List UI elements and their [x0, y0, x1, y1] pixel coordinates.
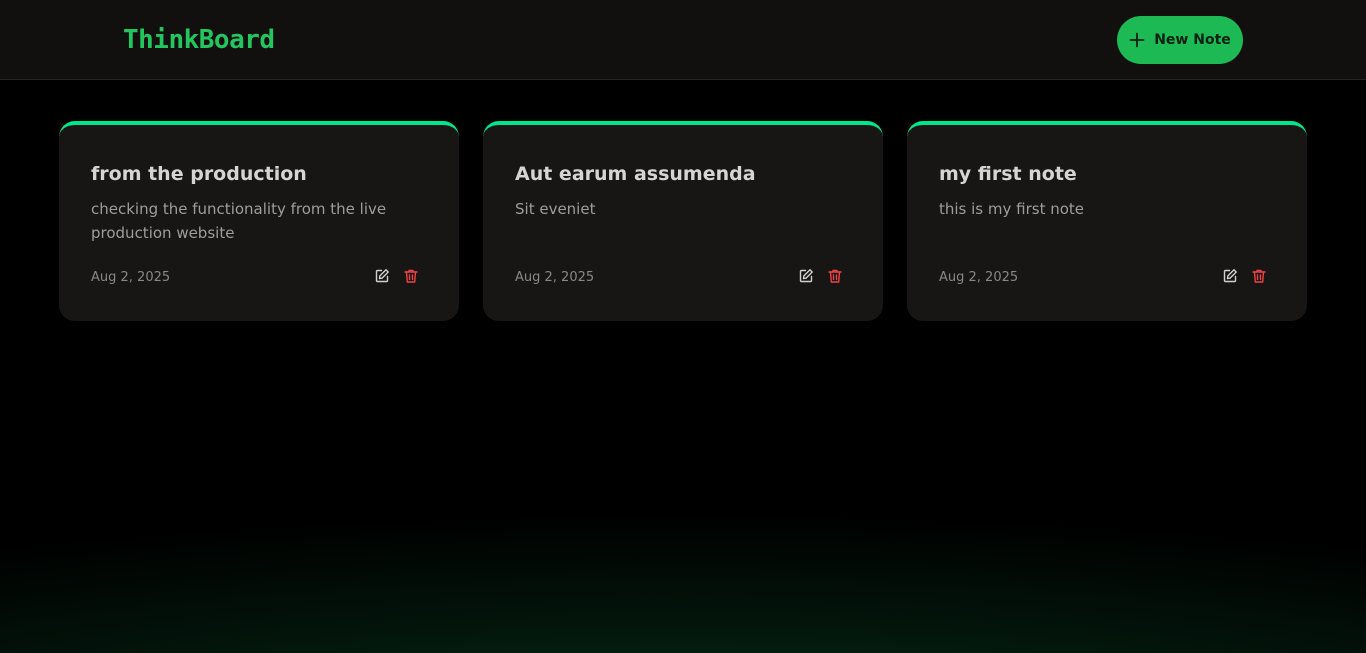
notes-grid: from the production checking the functio…: [59, 121, 1307, 321]
note-card[interactable]: my first note this is my first note Aug …: [907, 121, 1307, 321]
trash-icon[interactable]: [1251, 268, 1267, 284]
new-note-label: New Note: [1154, 32, 1231, 48]
brand-logo[interactable]: ThinkBoard: [123, 22, 275, 58]
trash-icon[interactable]: [827, 268, 843, 284]
note-title: Aut earum assumenda: [515, 163, 756, 185]
edit-icon[interactable]: [374, 268, 390, 284]
note-date: Aug 2, 2025: [515, 270, 595, 285]
edit-icon[interactable]: [1222, 268, 1238, 284]
new-note-button[interactable]: New Note: [1117, 16, 1243, 64]
note-actions: [798, 268, 843, 284]
note-date: Aug 2, 2025: [91, 270, 171, 285]
note-title: from the production: [91, 163, 307, 185]
note-card[interactable]: Aut earum assumenda Sit eveniet Aug 2, 2…: [483, 121, 883, 321]
note-date: Aug 2, 2025: [939, 270, 1019, 285]
note-content: checking the functionality from the live…: [91, 200, 387, 242]
note-card[interactable]: from the production checking the functio…: [59, 121, 459, 321]
page: ThinkBoard New Note from the production …: [0, 0, 1366, 653]
trash-icon[interactable]: [403, 268, 419, 284]
plus-icon: [1129, 32, 1145, 48]
note-actions: [1222, 268, 1267, 284]
navbar: ThinkBoard New Note: [0, 0, 1366, 80]
note-title: my first note: [939, 163, 1077, 185]
edit-icon[interactable]: [798, 268, 814, 284]
note-actions: [374, 268, 419, 284]
note-content: this is my first note: [939, 200, 1085, 218]
note-content: Sit eveniet: [515, 200, 596, 218]
